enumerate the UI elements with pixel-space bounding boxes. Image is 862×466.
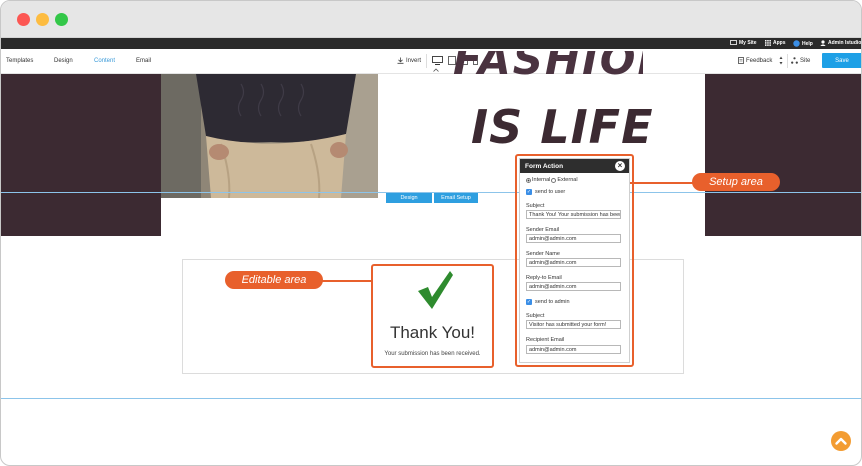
hero-fashion-text[interactable]: FASHION: [453, 51, 643, 84]
design-section-button[interactable]: Design: [386, 193, 432, 203]
my-site-label: My Site: [739, 40, 757, 46]
sort-arrows-icon[interactable]: [779, 56, 783, 65]
send-to-admin-checkbox[interactable]: ✓: [526, 299, 532, 305]
tab-templates[interactable]: Templates: [6, 58, 33, 64]
feedback-button[interactable]: Feedback: [738, 57, 772, 64]
help-link[interactable]: Help: [793, 40, 813, 47]
close-icon[interactable]: ×: [615, 161, 625, 171]
hero-left-panel: [1, 74, 161, 236]
desktop-view-icon[interactable]: [432, 56, 443, 65]
sender-email-input[interactable]: admin@admin.com: [526, 234, 621, 243]
feedback-label: Feedback: [746, 57, 773, 64]
model-sweater-image: [161, 74, 378, 198]
editable-callout-line: [321, 280, 371, 282]
tab-email[interactable]: Email: [136, 58, 151, 64]
help-icon: [793, 40, 800, 47]
minimize-window-button[interactable]: [36, 13, 49, 26]
invert-label: Invert: [406, 57, 422, 64]
setup-callout-line: [630, 182, 694, 184]
user-icon: [820, 40, 826, 46]
subject-input[interactable]: Thank You! Your submission has been: [526, 210, 621, 219]
top-account-bar: My Site Apps Help Admin Istudio: [1, 38, 861, 49]
site-label: Site: [800, 57, 811, 64]
subject-label: Subject: [526, 203, 545, 209]
reply-to-label: Reply-to Email: [526, 275, 562, 281]
apps-link[interactable]: Apps: [765, 40, 786, 46]
admin-label: Admin Istudio: [828, 40, 862, 46]
admin-menu[interactable]: Admin Istudio: [820, 40, 861, 46]
app-window: My Site Apps Help Admin Istudio Template…: [0, 0, 862, 466]
save-button[interactable]: Save: [822, 53, 861, 68]
my-site-link[interactable]: My Site: [730, 40, 757, 46]
editor-toolbar: Templates Design Content Email Invert Fe…: [1, 49, 861, 74]
recipient-email-input[interactable]: admin@admin.com: [526, 345, 621, 354]
send-to-admin-label: send to admin: [535, 299, 570, 305]
sender-name-input[interactable]: admin@admin.com: [526, 258, 621, 267]
send-to-user-checkbox[interactable]: ✓: [526, 189, 532, 195]
document-icon: [738, 57, 744, 64]
scroll-to-top-button[interactable]: [831, 431, 851, 451]
form-action-panel: Form Action × Internal External ✓ send t…: [519, 158, 630, 363]
setup-area-callout: Setup area: [692, 173, 780, 191]
admin-subject-input[interactable]: Visitor has submitted your form!: [526, 320, 621, 329]
site-tree-icon: [791, 57, 798, 64]
radio-internal-label: Internal: [532, 177, 551, 183]
radio-internal[interactable]: [526, 177, 531, 183]
hero-is-life-text[interactable]: IS LIFE: [471, 101, 654, 153]
monitor-icon: [730, 40, 737, 45]
tab-content[interactable]: Content: [94, 58, 115, 64]
invert-button[interactable]: Invert: [397, 57, 421, 64]
form-action-title: Form Action: [525, 163, 564, 170]
site-settings-button[interactable]: Site: [791, 57, 810, 64]
window-titlebar: [1, 1, 861, 38]
thank-you-title: Thank You!: [389, 323, 476, 342]
toolbar-divider-2: [787, 54, 788, 68]
toolbar-divider: [426, 54, 427, 68]
email-setup-button[interactable]: Email Setup: [434, 193, 478, 203]
editable-area-callout: Editable area: [225, 271, 323, 289]
apps-label: Apps: [773, 40, 786, 46]
sender-email-label: Sender Email: [526, 227, 560, 233]
checkmark-icon: [418, 271, 453, 309]
send-to-user-label: send to user: [535, 189, 566, 195]
maximize-window-button[interactable]: [55, 13, 68, 26]
thank-you-card[interactable]: Thank You! Your submission has been rece…: [371, 264, 494, 368]
hero-right-panel: [705, 74, 861, 236]
recipient-email-label: Recipient Email: [526, 337, 565, 343]
help-label: Help: [802, 40, 813, 47]
download-icon: [397, 57, 404, 64]
sender-name-label: Sender Name: [526, 251, 560, 257]
close-window-button[interactable]: [17, 13, 30, 26]
radio-external[interactable]: [551, 177, 557, 183]
admin-subject-label: Subject: [526, 313, 545, 319]
section-guide-line-bottom: [1, 398, 861, 399]
grid-icon: [765, 40, 771, 46]
reply-to-input[interactable]: admin@admin.com: [526, 282, 621, 291]
hero-photo: [161, 74, 378, 198]
thank-you-message: Your submission has been received.: [384, 351, 481, 357]
radio-external-label: External: [557, 177, 578, 183]
tab-design[interactable]: Design: [54, 58, 73, 64]
chevron-up-icon: [835, 437, 847, 445]
form-action-header: Form Action ×: [520, 159, 629, 173]
destination-radio-group: Internal External: [526, 177, 578, 183]
chevron-up-icon[interactable]: [433, 68, 439, 72]
